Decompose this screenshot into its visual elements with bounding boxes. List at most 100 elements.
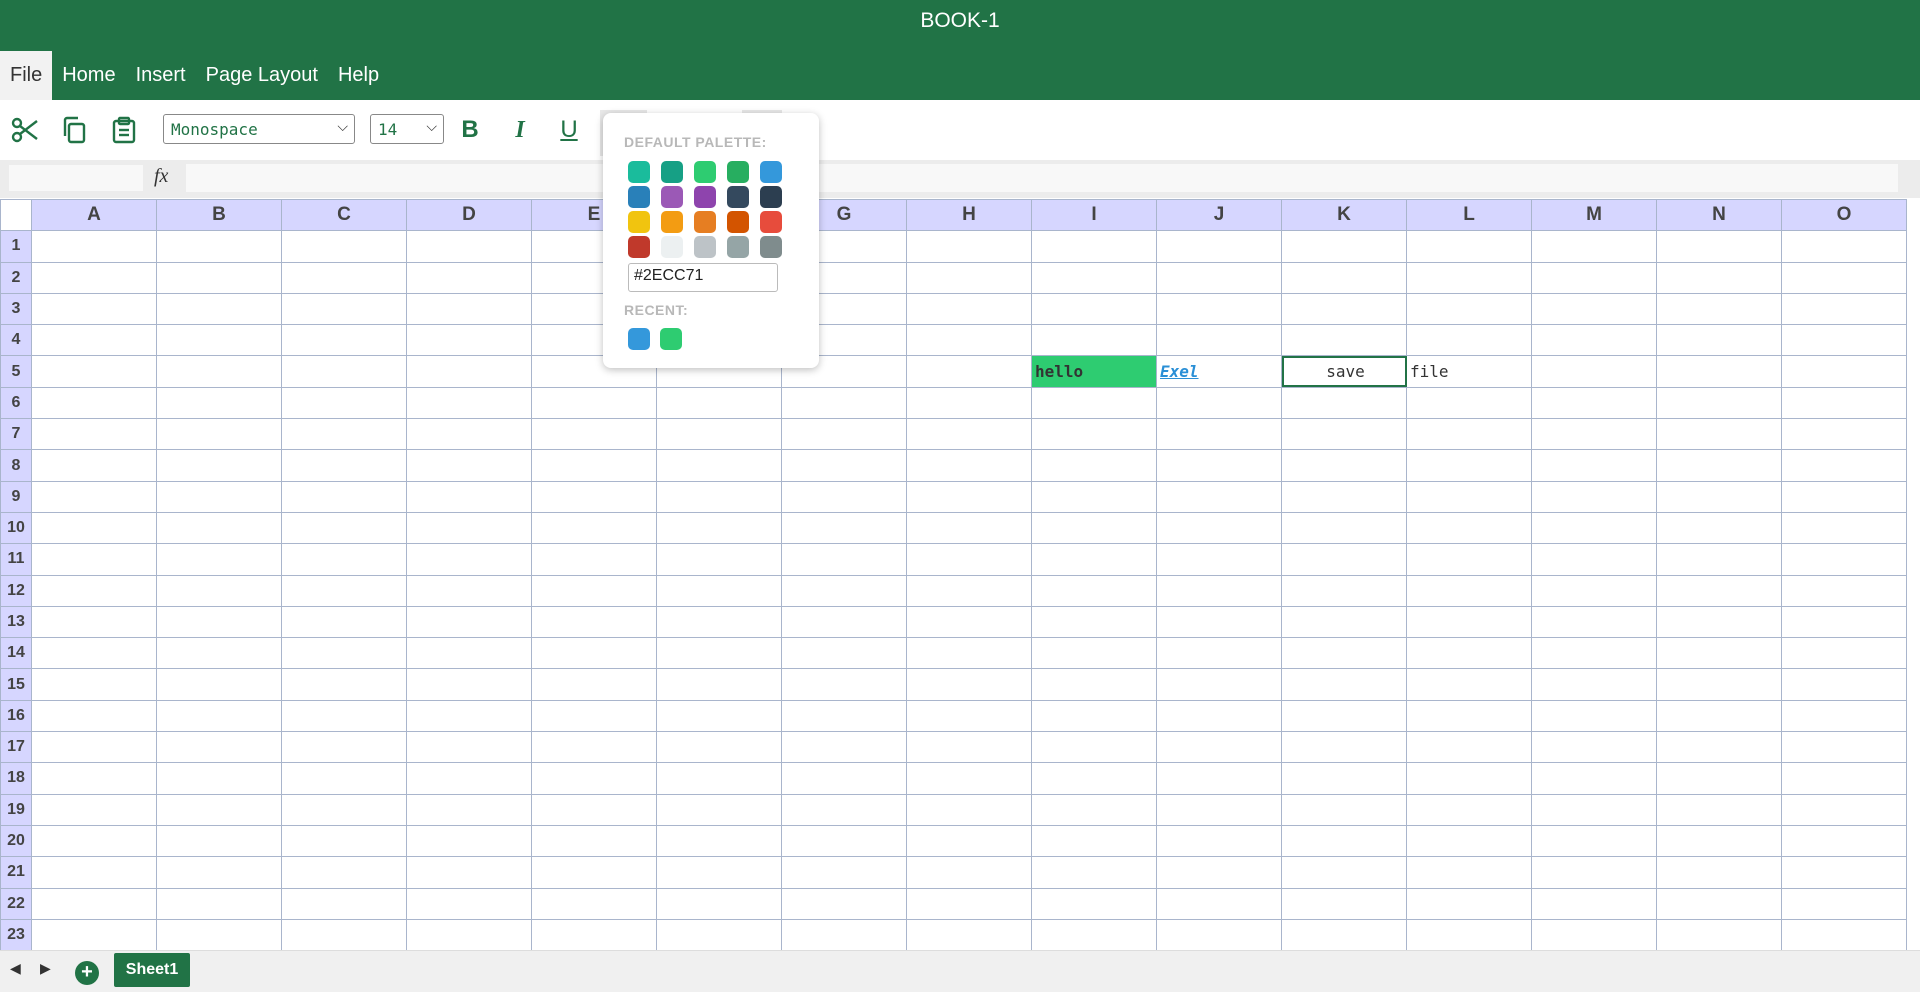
cell-b16[interactable] bbox=[156, 699, 282, 733]
cell-j10[interactable] bbox=[1156, 511, 1282, 545]
cell-n5[interactable] bbox=[1656, 355, 1782, 388]
cell-k1[interactable] bbox=[1281, 230, 1407, 263]
cell-c23[interactable] bbox=[281, 918, 407, 950]
color-swatch[interactable] bbox=[727, 236, 749, 258]
cell-j11[interactable] bbox=[1156, 543, 1282, 576]
cell-l6[interactable] bbox=[1406, 386, 1532, 420]
cell-d2[interactable] bbox=[406, 261, 532, 294]
cell-k10[interactable] bbox=[1281, 511, 1407, 545]
row-header-23[interactable]: 23 bbox=[0, 918, 32, 950]
cell-m4[interactable] bbox=[1531, 324, 1657, 357]
cell-e15[interactable] bbox=[531, 668, 657, 701]
cell-l16[interactable] bbox=[1406, 699, 1532, 733]
row-header-22[interactable]: 22 bbox=[0, 887, 32, 920]
cell-d16[interactable] bbox=[406, 699, 532, 733]
cell-k7[interactable] bbox=[1281, 418, 1407, 451]
row-header-8[interactable]: 8 bbox=[0, 449, 32, 482]
cell-j20[interactable] bbox=[1156, 824, 1282, 858]
cell-h7[interactable] bbox=[906, 418, 1032, 451]
cell-o15[interactable] bbox=[1781, 668, 1907, 701]
cell-m17[interactable] bbox=[1531, 731, 1657, 764]
cell-a18[interactable] bbox=[31, 762, 157, 795]
cell-o5[interactable] bbox=[1781, 355, 1907, 388]
cell-m20[interactable] bbox=[1531, 824, 1657, 858]
cell-i1[interactable] bbox=[1031, 230, 1157, 263]
cell-o18[interactable] bbox=[1781, 762, 1907, 795]
cell-l15[interactable] bbox=[1406, 668, 1532, 701]
cell-b3[interactable] bbox=[156, 292, 282, 326]
cell-a4[interactable] bbox=[31, 324, 157, 357]
cell-e13[interactable] bbox=[531, 605, 657, 639]
column-header-d[interactable]: D bbox=[406, 199, 532, 232]
cell-b13[interactable] bbox=[156, 605, 282, 639]
cell-m14[interactable] bbox=[1531, 637, 1657, 670]
cell-k18[interactable] bbox=[1281, 762, 1407, 795]
cell-j15[interactable] bbox=[1156, 668, 1282, 701]
cell-k13[interactable] bbox=[1281, 605, 1407, 639]
cell-g12[interactable] bbox=[781, 574, 907, 607]
cell-o10[interactable] bbox=[1781, 511, 1907, 545]
cell-k21[interactable] bbox=[1281, 856, 1407, 889]
cell-b1[interactable] bbox=[156, 230, 282, 263]
cell-j17[interactable] bbox=[1156, 731, 1282, 764]
cell-a13[interactable] bbox=[31, 605, 157, 639]
cell-m10[interactable] bbox=[1531, 511, 1657, 545]
cell-c1[interactable] bbox=[281, 230, 407, 263]
cell-i16[interactable] bbox=[1031, 699, 1157, 733]
cell-n1[interactable] bbox=[1656, 230, 1782, 263]
cell-l17[interactable] bbox=[1406, 731, 1532, 764]
cell-a17[interactable] bbox=[31, 731, 157, 764]
cell-g20[interactable] bbox=[781, 824, 907, 858]
row-header-9[interactable]: 9 bbox=[0, 480, 32, 513]
cell-j14[interactable] bbox=[1156, 637, 1282, 670]
cell-b7[interactable] bbox=[156, 418, 282, 451]
cell-e8[interactable] bbox=[531, 449, 657, 482]
grid-corner[interactable] bbox=[0, 199, 32, 232]
cell-h22[interactable] bbox=[906, 887, 1032, 920]
cell-c2[interactable] bbox=[281, 261, 407, 294]
cell-o17[interactable] bbox=[1781, 731, 1907, 764]
cell-h19[interactable] bbox=[906, 793, 1032, 826]
cell-e14[interactable] bbox=[531, 637, 657, 670]
cell-l23[interactable] bbox=[1406, 918, 1532, 950]
cell-l11[interactable] bbox=[1406, 543, 1532, 576]
color-swatch[interactable] bbox=[727, 186, 749, 208]
cell-g11[interactable] bbox=[781, 543, 907, 576]
cell-b5[interactable] bbox=[156, 355, 282, 388]
cell-h4[interactable] bbox=[906, 324, 1032, 357]
cell-c6[interactable] bbox=[281, 386, 407, 420]
cell-j21[interactable] bbox=[1156, 856, 1282, 889]
hex-color-input[interactable]: #2ECC71 bbox=[628, 263, 778, 292]
cell-h5[interactable] bbox=[906, 355, 1032, 388]
cell-h17[interactable] bbox=[906, 731, 1032, 764]
cell-d4[interactable] bbox=[406, 324, 532, 357]
cell-l2[interactable] bbox=[1406, 261, 1532, 294]
cell-n13[interactable] bbox=[1656, 605, 1782, 639]
cell-b14[interactable] bbox=[156, 637, 282, 670]
cell-a19[interactable] bbox=[31, 793, 157, 826]
cell-i11[interactable] bbox=[1031, 543, 1157, 576]
cell-m12[interactable] bbox=[1531, 574, 1657, 607]
cell-o11[interactable] bbox=[1781, 543, 1907, 576]
cell-i23[interactable] bbox=[1031, 918, 1157, 950]
cell-d19[interactable] bbox=[406, 793, 532, 826]
cell-e18[interactable] bbox=[531, 762, 657, 795]
cell-a15[interactable] bbox=[31, 668, 157, 701]
cell-j4[interactable] bbox=[1156, 324, 1282, 357]
cell-n15[interactable] bbox=[1656, 668, 1782, 701]
cell-h8[interactable] bbox=[906, 449, 1032, 482]
cell-i10[interactable] bbox=[1031, 511, 1157, 545]
cell-d1[interactable] bbox=[406, 230, 532, 263]
cell-m9[interactable] bbox=[1531, 480, 1657, 513]
cell-n23[interactable] bbox=[1656, 918, 1782, 950]
cell-g13[interactable] bbox=[781, 605, 907, 639]
cell-o9[interactable] bbox=[1781, 480, 1907, 513]
name-box[interactable] bbox=[9, 165, 143, 191]
row-header-15[interactable]: 15 bbox=[0, 668, 32, 701]
cell-c9[interactable] bbox=[281, 480, 407, 513]
row-header-3[interactable]: 3 bbox=[0, 292, 32, 326]
cell-j12[interactable] bbox=[1156, 574, 1282, 607]
cell-l5[interactable]: file bbox=[1406, 355, 1532, 388]
cell-a11[interactable] bbox=[31, 543, 157, 576]
cell-d15[interactable] bbox=[406, 668, 532, 701]
